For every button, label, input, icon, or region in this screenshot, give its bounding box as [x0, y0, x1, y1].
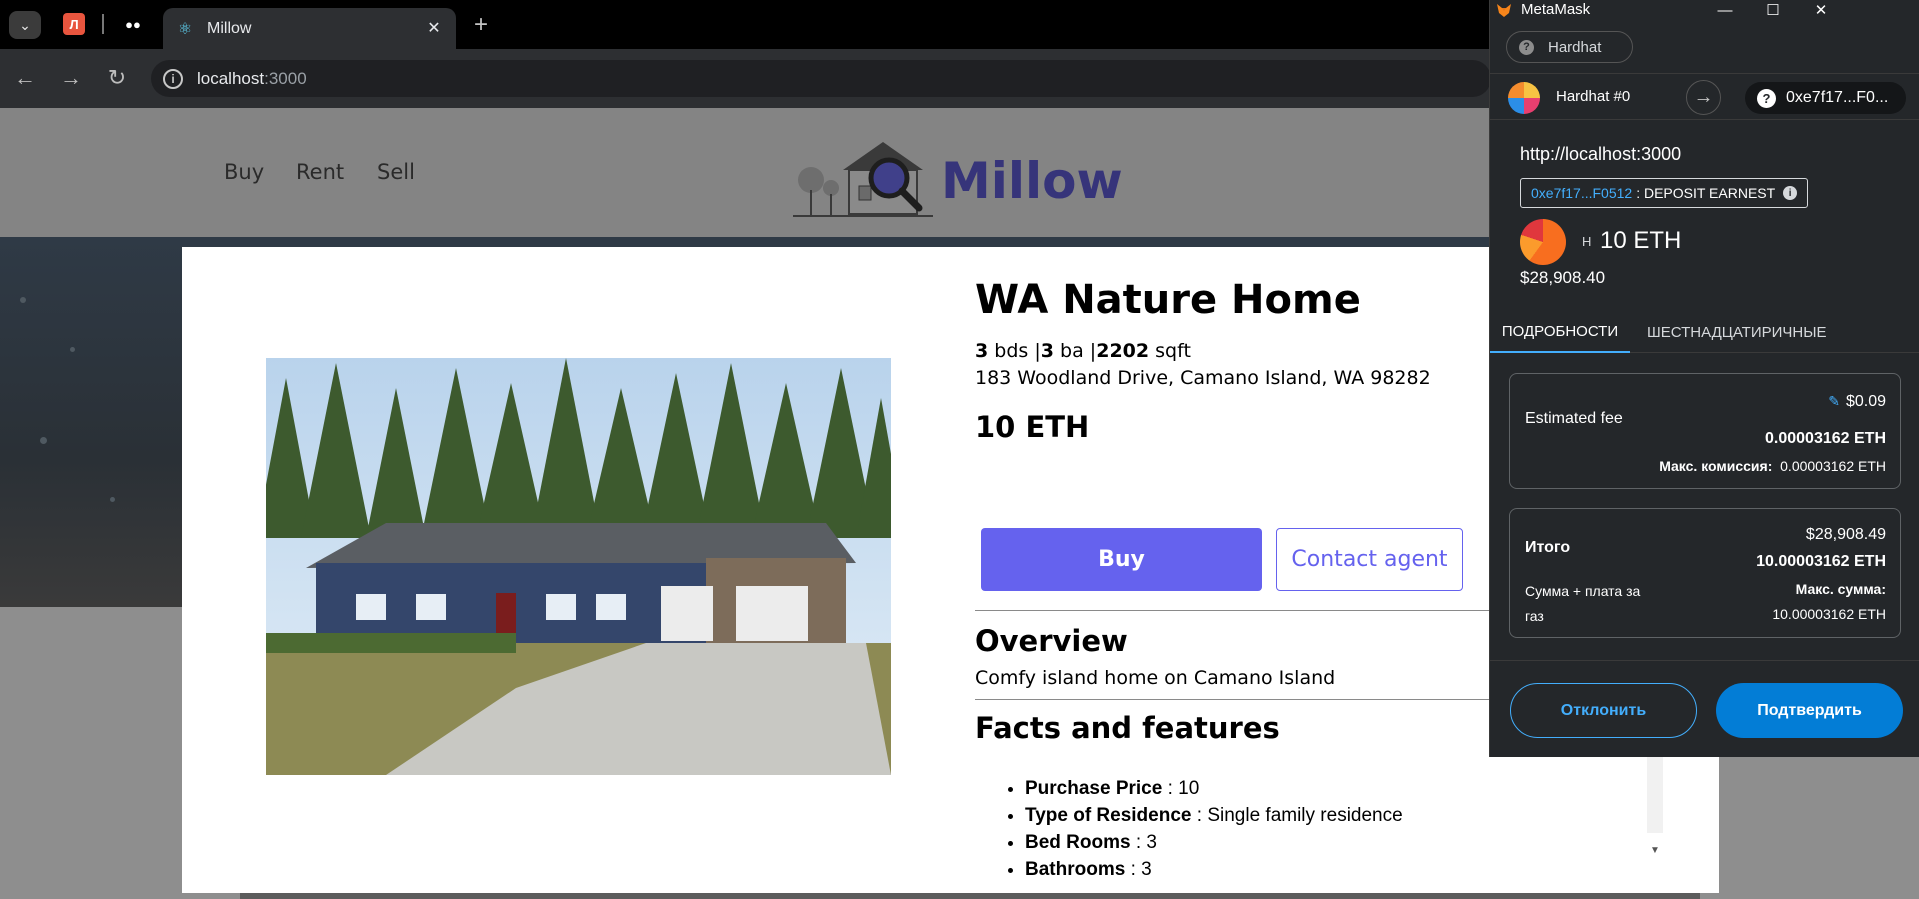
- account-row: Hardhat #0 → ? 0xe7f17...F0...: [1490, 73, 1919, 120]
- pinned-tab-2[interactable]: ●●: [122, 13, 144, 35]
- total-eth: 10.00003162 ETH: [1756, 553, 1886, 570]
- total-max-label: Макс. сумма:: [1795, 581, 1886, 597]
- details-tabs: ПОДРОБНОСТИ ШЕСТНАДЦАТИРИЧНЫЕ: [1490, 312, 1919, 353]
- edit-pencil-icon[interactable]: ✎: [1828, 393, 1840, 410]
- metamask-window-title: MetaMask: [1521, 1, 1591, 18]
- recipient-unknown-icon: ?: [1757, 88, 1776, 108]
- pinned-tab-1[interactable]: Л: [63, 13, 85, 35]
- account-avatar: [1508, 82, 1540, 114]
- baths-unit: ba: [1060, 340, 1084, 362]
- tab-close-icon[interactable]: ✕: [424, 18, 444, 38]
- baths-value: 3: [1040, 340, 1054, 362]
- total-sub-label: Сумма + плата за газ: [1525, 583, 1641, 624]
- fee-fiat: $0.09: [1845, 393, 1886, 410]
- confirm-button[interactable]: Подтвердить: [1716, 683, 1903, 738]
- tab-details[interactable]: ПОДРОБНОСТИ: [1490, 312, 1630, 353]
- metamask-fox-icon: [1497, 4, 1511, 17]
- reject-button[interactable]: Отклонить: [1510, 683, 1697, 738]
- total-max-value: 10.00003162 ETH: [1772, 606, 1886, 622]
- fact-item: Bathrooms : 3: [1025, 856, 1403, 883]
- send-amount-fiat: $28,908.40: [1520, 268, 1606, 287]
- network-selector[interactable]: ? Hardhat: [1506, 31, 1633, 63]
- fee-max-label: Макс. комиссия:: [1659, 458, 1773, 474]
- contact-agent-button[interactable]: Contact agent: [1276, 528, 1463, 591]
- tab-separator: [102, 14, 104, 34]
- total-box: Итого $28,908.49 10.00003162 ETH Сумма +…: [1509, 508, 1901, 638]
- method-info-icon[interactable]: i: [1783, 186, 1798, 200]
- logo-text: Millow: [941, 152, 1123, 210]
- method-name: : DEPOSIT EARNEST: [1636, 185, 1776, 201]
- network-unknown-icon: ?: [1519, 39, 1534, 55]
- account-name: Hardhat #0: [1556, 88, 1631, 105]
- token-unit: H: [1582, 234, 1592, 249]
- tab-title: Millow: [207, 19, 252, 37]
- beds-value: 3: [975, 340, 989, 362]
- sqft-value: 2202: [1096, 340, 1150, 362]
- home-photo: [266, 358, 891, 775]
- url-port: :3000: [264, 68, 307, 88]
- fee-eth: 0.00003162 ETH: [1765, 430, 1886, 447]
- facts-list: Purchase Price : 10 Type of Residence : …: [1001, 775, 1403, 883]
- fee-box: Estimated fee ✎ $0.09 0.00003162 ETH Макс…: [1509, 373, 1901, 489]
- scroll-down-arrow-icon[interactable]: ▼: [1647, 843, 1663, 857]
- fee-fiat-row[interactable]: ✎ $0.09: [1828, 393, 1886, 411]
- overview-heading: Overview: [975, 624, 1128, 658]
- house-magnifier-logo-icon: [793, 142, 933, 217]
- beds-unit: bds: [994, 340, 1029, 362]
- tab-hex[interactable]: ШЕСТНАДЦАТИРИЧНЫЕ: [1647, 312, 1827, 353]
- url-host: localhost: [197, 68, 265, 88]
- footer-divider: [1490, 660, 1919, 661]
- sqft-unit: sqft: [1155, 340, 1191, 362]
- fee-label: Estimated fee: [1525, 410, 1623, 427]
- new-tab-icon[interactable]: +: [468, 11, 494, 38]
- recipient-address: 0xe7f17...F0...: [1786, 89, 1889, 106]
- divider: [975, 699, 1535, 700]
- fact-item: Purchase Price : 10: [1025, 775, 1403, 802]
- request-origin: http://localhost:3000: [1520, 144, 1682, 164]
- nav-sell[interactable]: Sell: [377, 160, 415, 184]
- contract-method: 0xe7f17...F0512 : DEPOSIT EARNEST i: [1520, 178, 1809, 208]
- forward-icon[interactable]: →: [58, 65, 84, 91]
- fee-max-row: Макс. комиссия: 0.00003162 ETH: [1659, 458, 1886, 474]
- home-price: 10 ETH: [975, 410, 1090, 444]
- arrow-right-icon: →: [1686, 80, 1721, 115]
- reload-icon[interactable]: ↻: [104, 65, 130, 91]
- maximize-icon[interactable]: ☐: [1760, 0, 1786, 20]
- back-icon[interactable]: ←: [12, 65, 38, 91]
- total-fiat: $28,908.49: [1805, 526, 1886, 543]
- tab-millow[interactable]: ⚛ Millow ✕: [163, 8, 456, 49]
- home-stats: 3 bds |3 ba |2202 sqft: [975, 340, 1191, 362]
- nav-buy[interactable]: Buy: [224, 160, 264, 184]
- send-amount: 10 ETH: [1600, 227, 1682, 254]
- contract-address-link[interactable]: 0xe7f17...F0512: [1531, 185, 1632, 201]
- react-favicon-icon: ⚛: [177, 20, 193, 38]
- total-label: Итого: [1525, 539, 1571, 556]
- recipient-pill[interactable]: ? 0xe7f17...F0...: [1745, 82, 1906, 114]
- divider: [975, 610, 1535, 611]
- fact-item: Type of Residence : Single family reside…: [1025, 802, 1403, 829]
- site-info-icon[interactable]: i: [163, 68, 183, 89]
- home-address: 183 Woodland Drive, Camano Island, WA 98…: [975, 367, 1431, 389]
- facts-heading: Facts and features: [975, 711, 1280, 745]
- minimize-icon[interactable]: —: [1712, 0, 1738, 20]
- close-window-icon[interactable]: ✕: [1808, 0, 1834, 20]
- fee-max-value: 0.00003162 ETH: [1780, 458, 1886, 474]
- tab-search-chevron-icon[interactable]: ⌄: [9, 11, 41, 39]
- network-name: Hardhat: [1548, 38, 1602, 56]
- overview-text: Comfy island home on Camano Island: [975, 667, 1336, 689]
- metamask-popup: MetaMask — ☐ ✕ ? Hardhat Hardhat #0 → ? …: [1489, 0, 1919, 757]
- address-bar[interactable]: i localhost:3000: [151, 60, 1491, 97]
- site-logo[interactable]: Millow: [783, 130, 1123, 222]
- home-name: WA Nature Home: [975, 277, 1361, 323]
- buy-button[interactable]: Buy: [981, 528, 1262, 591]
- fact-item: Bed Rooms : 3: [1025, 829, 1403, 856]
- nav-rent[interactable]: Rent: [296, 160, 344, 184]
- token-icon: [1520, 219, 1566, 265]
- metamask-titlebar: MetaMask — ☐ ✕: [1490, 0, 1919, 20]
